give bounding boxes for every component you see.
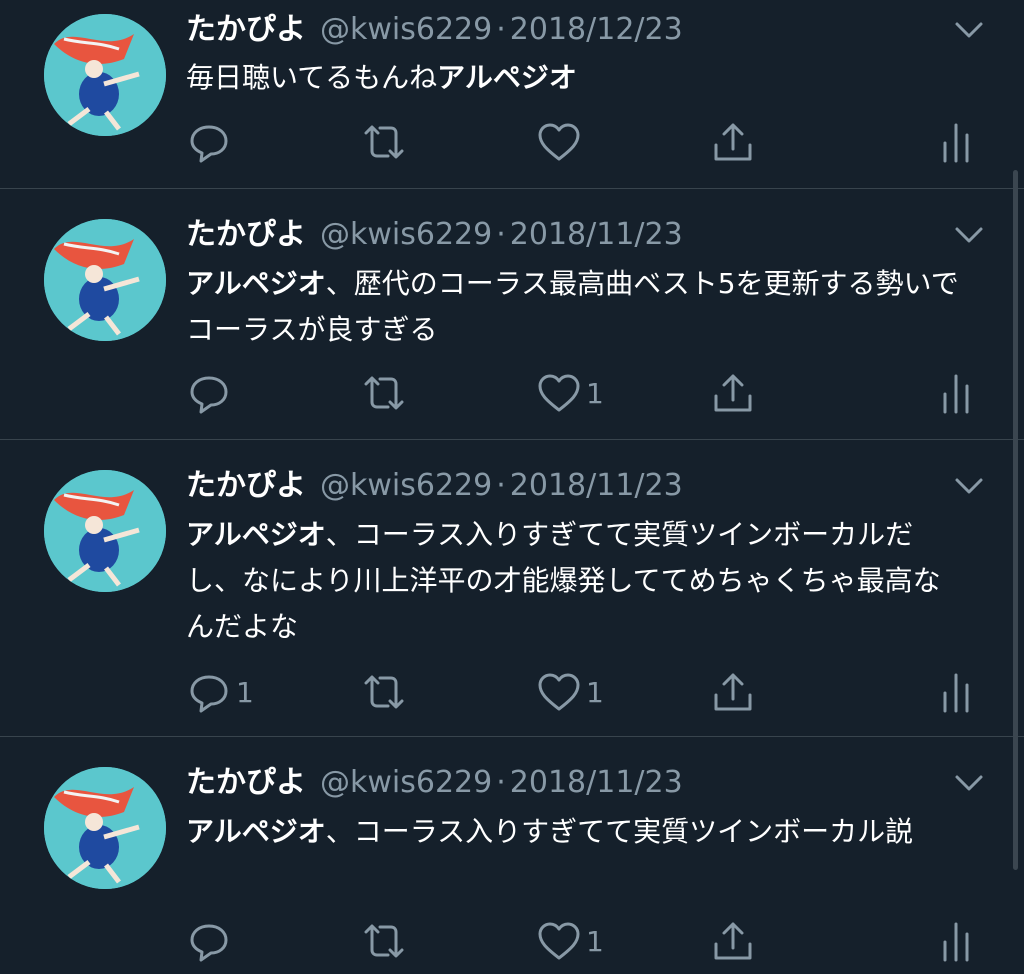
tweet-date[interactable]: 2018/11/23: [510, 765, 683, 800]
avatar[interactable]: [44, 767, 166, 889]
analytics-button[interactable]: [938, 668, 974, 716]
share-button[interactable]: [710, 369, 756, 417]
reply-icon: [186, 669, 232, 715]
analytics-icon: [938, 669, 974, 715]
share-icon: [710, 918, 756, 964]
share-button[interactable]: [710, 668, 756, 716]
heart-icon: [536, 669, 582, 715]
chevron-down-icon[interactable]: [952, 223, 986, 247]
user-handle[interactable]: @kwis6229: [320, 765, 492, 800]
chevron-down-icon[interactable]: [952, 771, 986, 795]
tweet-text-bold: アルペジオ: [186, 518, 326, 551]
display-name[interactable]: たかぴよ: [186, 765, 306, 800]
tweet-actions: [186, 118, 986, 166]
chevron-down-icon[interactable]: [952, 18, 986, 42]
tweet-text: アルペジオ、コーラス入りすぎてて実質ツインボーカル説: [186, 809, 956, 855]
tweet-actions: 1: [186, 917, 986, 965]
reply-button[interactable]: 1: [186, 668, 254, 716]
tweet-date[interactable]: 2018/11/23: [510, 468, 683, 503]
retweet-icon: [358, 669, 410, 715]
separator-dot: ·: [496, 468, 506, 503]
reply-icon: [186, 119, 232, 165]
analytics-button[interactable]: [938, 369, 974, 417]
tweet-date[interactable]: 2018/12/23: [510, 12, 683, 47]
like-button[interactable]: 1: [536, 668, 604, 716]
display-name[interactable]: たかぴよ: [186, 468, 306, 503]
share-icon: [710, 669, 756, 715]
analytics-icon: [938, 119, 974, 165]
reply-icon: [186, 918, 232, 964]
share-button[interactable]: [710, 118, 756, 166]
tweet-header: たかぴよ @kwis6229 · 2018/11/23: [186, 215, 683, 255]
tweet-header: たかぴよ @kwis6229 · 2018/11/23: [186, 763, 683, 803]
tweet-text: 毎日聴いてるもんねアルペジオ: [186, 55, 986, 101]
retweet-icon: [358, 370, 410, 416]
analytics-icon: [938, 918, 974, 964]
heart-icon: [536, 918, 582, 964]
tweet-text-bold: アルペジオ: [186, 267, 326, 300]
tweet-actions: 1: [186, 369, 986, 417]
reply-button[interactable]: [186, 369, 236, 417]
tweet-text: アルペジオ、コーラス入りすぎてて実質ツインボーカルだし、なにより川上洋平の才能爆…: [186, 512, 956, 650]
tweet[interactable]: たかぴよ @kwis6229 · 2018/11/23 アルペジオ、コーラス入りすぎて…: [0, 737, 1024, 974]
tweet[interactable]: たかぴよ @kwis6229 · 2018/11/23 アルペジオ、歴代のコーラス最高…: [0, 189, 1024, 439]
retweet-button[interactable]: [358, 917, 414, 965]
like-button[interactable]: 1: [536, 369, 604, 417]
like-count: 1: [586, 924, 604, 958]
retweet-icon: [358, 119, 410, 165]
reply-count: 1: [236, 675, 254, 709]
tweet-header: たかぴよ @kwis6229 · 2018/11/23: [186, 466, 683, 506]
like-count: 1: [586, 376, 604, 410]
tweet-text-before: 毎日聴いてるもんね: [186, 61, 438, 94]
tweet-text-bold: アルペジオ: [186, 815, 326, 848]
user-handle[interactable]: @kwis6229: [320, 468, 492, 503]
retweet-button[interactable]: [358, 369, 414, 417]
reply-button[interactable]: [186, 917, 236, 965]
avatar[interactable]: [44, 470, 166, 592]
analytics-button[interactable]: [938, 118, 974, 166]
tweet-date[interactable]: 2018/11/23: [510, 217, 683, 252]
user-handle[interactable]: @kwis6229: [320, 217, 492, 252]
share-icon: [710, 119, 756, 165]
scrollbar[interactable]: [1013, 170, 1018, 870]
avatar[interactable]: [44, 219, 166, 341]
display-name[interactable]: たかぴよ: [186, 217, 306, 252]
tweet-actions: 1 1: [186, 668, 986, 716]
reply-icon: [186, 370, 232, 416]
display-name[interactable]: たかぴよ: [186, 12, 306, 47]
heart-icon: [536, 119, 582, 165]
retweet-button[interactable]: [358, 118, 414, 166]
tweet-text: アルペジオ、歴代のコーラス最高曲ベスト5を更新する勢いでコーラスが良すぎる: [186, 261, 986, 353]
analytics-button[interactable]: [938, 917, 974, 965]
separator-dot: ·: [496, 217, 506, 252]
retweet-icon: [358, 918, 410, 964]
reply-button[interactable]: [186, 118, 236, 166]
like-button[interactable]: 1: [536, 917, 604, 965]
analytics-icon: [938, 370, 974, 416]
heart-icon: [536, 370, 582, 416]
tweet-header: たかぴよ @kwis6229 · 2018/12/23: [186, 10, 683, 50]
separator-dot: ·: [496, 765, 506, 800]
chevron-down-icon[interactable]: [952, 474, 986, 498]
retweet-button[interactable]: [358, 668, 414, 716]
tweet[interactable]: たかぴよ @kwis6229 · 2018/11/23 アルペジオ、コーラス入りすぎて…: [0, 440, 1024, 736]
share-icon: [710, 370, 756, 416]
avatar[interactable]: [44, 14, 166, 136]
tweet[interactable]: たかぴよ @kwis6229 · 2018/12/23 毎日聴いてるもんねアルペジオ: [0, 0, 1024, 188]
tweet-text-after: 、コーラス入りすぎてて実質ツインボーカル説: [325, 815, 914, 848]
share-button[interactable]: [710, 917, 756, 965]
separator-dot: ·: [496, 12, 506, 47]
like-count: 1: [586, 675, 604, 709]
tweet-text-bold: アルペジオ: [437, 61, 577, 94]
user-handle[interactable]: @kwis6229: [320, 12, 492, 47]
like-button[interactable]: [536, 118, 586, 166]
